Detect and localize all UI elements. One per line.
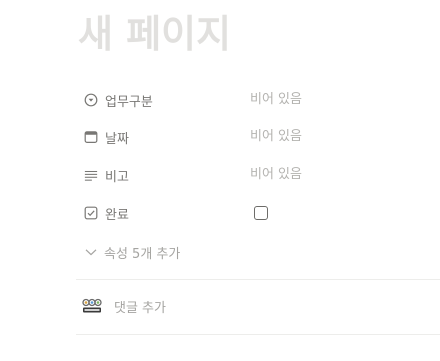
property-row-date: 날짜 비어 있음 xyxy=(76,122,436,152)
property-row-done: 완료 xyxy=(76,198,436,228)
calendar-icon xyxy=(84,130,98,144)
property-row-note: 비고 비어 있음 xyxy=(76,160,436,190)
property-row-category: 업무구분 비어 있음 xyxy=(76,85,436,115)
divider xyxy=(76,279,440,280)
property-label: 업무구분 xyxy=(105,94,153,110)
property-name-date[interactable]: 날짜 xyxy=(76,122,246,152)
avatar-icon xyxy=(82,298,102,314)
property-value-date[interactable]: 비어 있음 xyxy=(246,122,302,152)
add-comment-row[interactable]: 댓글 추가 xyxy=(82,292,166,320)
property-name-category[interactable]: 업무구분 xyxy=(76,85,246,115)
done-checkbox[interactable] xyxy=(254,206,268,220)
add-properties-label: 속성 5개 추가 xyxy=(104,246,181,262)
comment-placeholder: 댓글 추가 xyxy=(114,300,166,316)
property-label: 완료 xyxy=(105,207,129,223)
select-icon xyxy=(84,93,98,107)
property-label: 비고 xyxy=(105,169,129,185)
page-title[interactable]: 새 페이지 xyxy=(78,8,231,60)
property-name-done[interactable]: 완료 xyxy=(76,198,246,228)
divider xyxy=(76,334,440,335)
checkbox-icon xyxy=(84,206,98,220)
property-value-category[interactable]: 비어 있음 xyxy=(246,85,302,115)
property-name-note[interactable]: 비고 xyxy=(76,160,246,190)
add-properties-button[interactable]: 속성 5개 추가 xyxy=(84,238,180,266)
text-lines-icon xyxy=(84,168,98,182)
property-label: 날짜 xyxy=(105,131,129,147)
chevron-down-icon xyxy=(84,245,98,259)
page: 새 페이지 업무구분 비어 있음 날짜 비어 있음 비고 비어 있음 완료 속성… xyxy=(0,0,440,361)
property-value-note[interactable]: 비어 있음 xyxy=(246,160,302,190)
